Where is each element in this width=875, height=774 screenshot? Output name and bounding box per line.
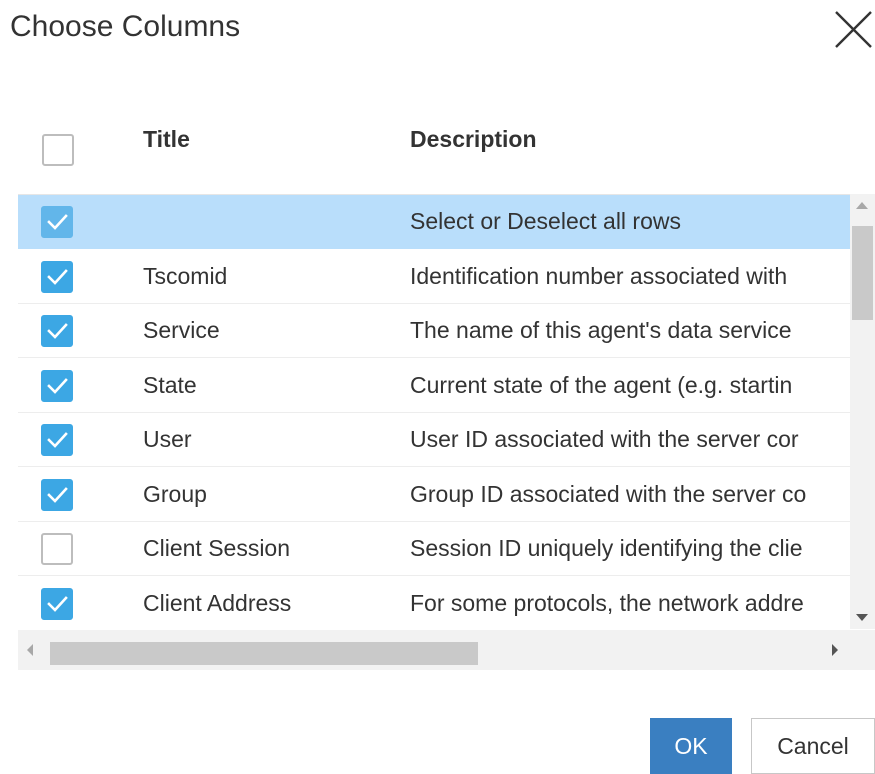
- vertical-scroll-thumb[interactable]: [852, 226, 873, 320]
- table-row[interactable]: Client Address For some protocols, the ne…: [18, 577, 850, 630]
- cell-title: State: [143, 372, 197, 398]
- cell-description: For some protocols, the network addre: [410, 590, 804, 616]
- cell-description: The name of this agent's data service: [410, 317, 792, 343]
- scroll-right-arrow-icon[interactable]: [832, 644, 838, 656]
- scroll-down-arrow-icon[interactable]: [856, 614, 868, 621]
- row-checkbox[interactable]: [41, 479, 73, 511]
- cell-description: Select or Deselect all rows: [410, 208, 681, 234]
- cell-title: Tscomid: [143, 263, 228, 289]
- row-checkbox[interactable]: [41, 315, 73, 347]
- row-checkbox[interactable]: [41, 588, 73, 620]
- scrollbar-corner: [850, 630, 875, 670]
- row-checkbox[interactable]: [41, 206, 73, 238]
- cancel-button[interactable]: Cancel: [751, 718, 875, 774]
- cell-title: Group: [143, 481, 207, 507]
- cell-title: Service: [143, 317, 220, 343]
- cell-title: Client Address: [143, 590, 292, 616]
- table-row[interactable]: Client Session Session ID uniquely identi…: [18, 522, 850, 576]
- checkbox-checked-icon: [41, 588, 73, 620]
- checkbox-checked-icon: [41, 206, 73, 238]
- table-row[interactable]: Tscomid Identification number associated …: [18, 250, 850, 304]
- table-row[interactable]: Select or Deselect all rows: [18, 195, 850, 249]
- cell-title: User: [143, 426, 192, 452]
- checkbox-unchecked-icon: [42, 134, 74, 166]
- cell-description: Identification number associated with: [410, 263, 788, 289]
- cell-title: Client Session: [143, 535, 291, 561]
- ok-button[interactable]: OK: [650, 718, 732, 774]
- column-header-title[interactable]: Title: [143, 126, 190, 153]
- column-header-description[interactable]: Description: [410, 126, 537, 153]
- select-all-checkbox[interactable]: [42, 134, 74, 166]
- dialog-title: Choose Columns: [10, 10, 241, 43]
- row-checkbox[interactable]: [41, 533, 73, 565]
- row-checkbox[interactable]: [41, 261, 73, 293]
- checkbox-unchecked-icon: [41, 533, 73, 565]
- columns-grid: Select or Deselect all rows Tscomid Identi…: [18, 194, 850, 630]
- horizontal-scrollbar[interactable]: [18, 630, 850, 670]
- cell-description: User ID associated with the server cor: [410, 426, 799, 452]
- cell-description: Session ID uniquely identifying the clie: [410, 535, 803, 561]
- table-row[interactable]: Group Group ID associated with the server…: [18, 468, 850, 522]
- checkbox-checked-icon: [41, 315, 73, 347]
- table-row[interactable]: Service The name of this agent's data ser…: [18, 304, 850, 358]
- scroll-left-arrow-icon[interactable]: [27, 644, 33, 656]
- checkbox-checked-icon: [41, 479, 73, 511]
- vertical-scrollbar[interactable]: [850, 194, 875, 629]
- close-icon[interactable]: [830, 6, 875, 51]
- horizontal-scroll-thumb[interactable]: [50, 642, 478, 665]
- checkbox-checked-icon: [41, 424, 73, 456]
- cell-description: Current state of the agent (e.g. startin: [410, 372, 793, 398]
- table-row[interactable]: State Current state of the agent (e.g. st…: [18, 359, 850, 413]
- scroll-up-arrow-icon[interactable]: [856, 202, 868, 209]
- row-checkbox[interactable]: [41, 424, 73, 456]
- row-checkbox[interactable]: [41, 370, 73, 402]
- cell-description: Group ID associated with the server co: [410, 481, 807, 507]
- checkbox-checked-icon: [41, 370, 73, 402]
- checkbox-checked-icon: [41, 261, 73, 293]
- table-row[interactable]: User User ID associated with the server c…: [18, 413, 850, 467]
